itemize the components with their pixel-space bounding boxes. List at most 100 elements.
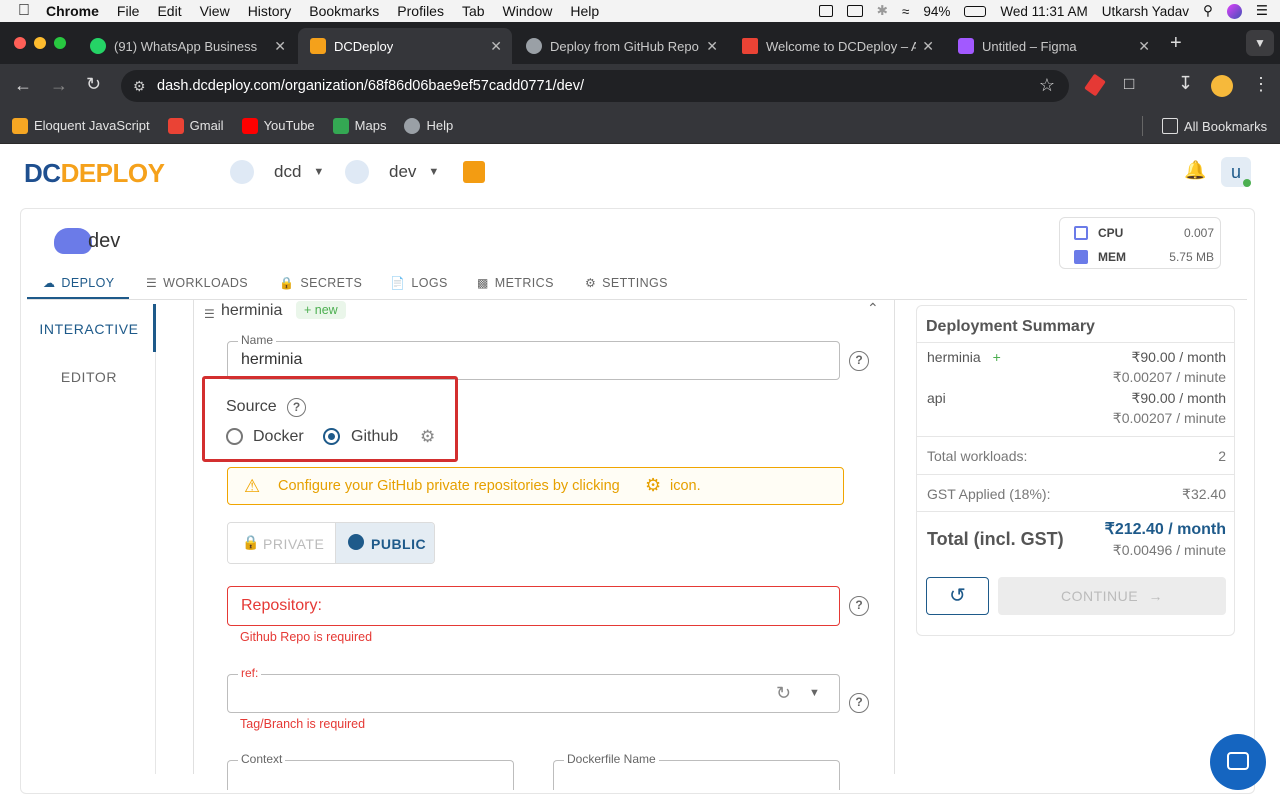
back-arrow-icon[interactable]: ←: [14, 75, 32, 96]
total-minute: ₹0.00496 / minute: [1112, 542, 1226, 558]
public-toggle-button[interactable]: PUBLIC: [335, 523, 434, 563]
bookmark-youtube[interactable]: YouTube: [241, 117, 315, 134]
minimize-window-button[interactable]: [34, 37, 46, 49]
github-option-label[interactable]: Github: [351, 428, 398, 446]
address-bar[interactable]: ⚙ dash.dcdeploy.com/organization/68f86d0…: [121, 70, 1069, 102]
close-tab-icon[interactable]: ✕: [922, 38, 934, 55]
menu-view[interactable]: View: [200, 3, 230, 19]
tab-gmail[interactable]: Welcome to DCDeploy – A ✕: [730, 28, 944, 64]
gift-icon[interactable]: [463, 161, 485, 183]
ref-help-icon[interactable]: ?: [849, 693, 869, 713]
notification-bell-icon[interactable]: 🔔: [1184, 160, 1206, 181]
history-button[interactable]: ↺: [926, 577, 989, 615]
close-tab-icon[interactable]: ✕: [1138, 38, 1150, 55]
bookmark-label: Help: [426, 118, 454, 133]
help-icon[interactable]: ?: [849, 596, 869, 616]
close-tab-icon[interactable]: ✕: [490, 38, 502, 55]
document-icon: 📄: [390, 276, 406, 290]
menu-file[interactable]: File: [117, 3, 140, 19]
github-settings-gear-icon[interactable]: ⚙: [420, 427, 435, 447]
bookmark-gmail[interactable]: Gmail: [167, 117, 224, 134]
chevron-down-icon[interactable]: ▼: [809, 687, 820, 699]
tab-search-button[interactable]: ▼: [1246, 30, 1274, 56]
total-label: Total (incl. GST): [927, 529, 1064, 549]
refresh-icon[interactable]: ↻: [776, 683, 791, 704]
chevron-down-icon: ▼: [428, 166, 440, 178]
ref-select[interactable]: ref: ↻ ▼: [227, 666, 840, 713]
mode-interactive[interactable]: INTERACTIVE: [22, 321, 156, 337]
arrow-right-icon: →: [1148, 588, 1163, 604]
tab-deploy[interactable]: ☁ DEPLOY: [43, 276, 115, 290]
summary-title: Deployment Summary: [926, 318, 1095, 335]
close-window-button[interactable]: [14, 37, 26, 49]
display-icon[interactable]: [846, 5, 863, 17]
new-tab-button[interactable]: +: [1170, 32, 1182, 55]
chrome-menu-icon[interactable]: ⋮: [1252, 74, 1270, 95]
wifi-icon[interactable]: ≈: [902, 4, 909, 19]
extension-pen-icon[interactable]: [1084, 73, 1106, 97]
env-nav-tabs: ☁ DEPLOY ☰ WORKLOADS 🔒 SECRETS 📄 LOGS ▩ METRI…: [27, 272, 1247, 300]
source-help-icon[interactable]: ?: [287, 398, 306, 417]
dcdeploy-logo[interactable]: DCDEPLOY: [24, 158, 165, 189]
close-tab-icon[interactable]: ✕: [706, 38, 718, 55]
warning-text: Configure your GitHub private repositori…: [278, 478, 620, 494]
docker-option-label[interactable]: Docker: [253, 428, 304, 446]
tab-workloads[interactable]: ☰ WORKLOADS: [146, 276, 248, 290]
tab-dcdeploy[interactable]: DCDeploy ✕: [298, 28, 512, 64]
menu-chrome[interactable]: Chrome: [46, 3, 99, 19]
help-icon[interactable]: ?: [849, 351, 869, 371]
bookmark-star-icon[interactable]: ☆: [1039, 75, 1055, 96]
menu-edit[interactable]: Edit: [157, 3, 181, 19]
tab-logs[interactable]: 📄 LOGS: [390, 276, 448, 290]
clock[interactable]: Wed 11:31 AM: [1000, 4, 1087, 19]
siri-icon[interactable]: [1226, 3, 1242, 19]
profile-avatar[interactable]: [1211, 75, 1233, 97]
collapse-chevron-icon[interactable]: ⌃: [867, 300, 879, 317]
tab-settings[interactable]: ⚙ SETTINGS: [585, 276, 668, 290]
menu-profiles[interactable]: Profiles: [397, 3, 444, 19]
tab-metrics[interactable]: ▩ METRICS: [477, 276, 554, 290]
tab-whatsapp[interactable]: (91) WhatsApp Business ✕: [78, 28, 296, 64]
maximize-window-button[interactable]: [54, 37, 66, 49]
site-info-icon[interactable]: ⚙: [133, 78, 146, 95]
env-selector[interactable]: dev ▼: [345, 160, 439, 184]
reload-icon[interactable]: ↻: [86, 74, 101, 95]
spotlight-icon[interactable]: ⚲: [1203, 3, 1213, 19]
extensions-puzzle-icon[interactable]: □: [1124, 74, 1134, 94]
mem-value: 5.75 MB: [1169, 250, 1214, 264]
battery-level[interactable]: 94%: [923, 4, 950, 19]
menu-history[interactable]: History: [248, 3, 292, 19]
tab-figma[interactable]: Untitled – Figma ✕: [946, 28, 1160, 64]
control-center-icon[interactable]: ☰: [1256, 3, 1268, 19]
apple-icon[interactable]: : [18, 2, 30, 20]
mode-editor[interactable]: EDITOR: [22, 369, 156, 385]
menu-tab[interactable]: Tab: [462, 3, 485, 19]
repository-input[interactable]: Repository:: [227, 586, 840, 626]
forward-arrow-icon[interactable]: →: [50, 75, 68, 96]
name-field[interactable]: Name herminia: [227, 333, 840, 380]
env-title: dev: [88, 230, 121, 252]
download-icon[interactable]: ↧: [1178, 73, 1193, 94]
tab-deploy-github[interactable]: Deploy from GitHub Repo ✕: [514, 28, 728, 64]
close-tab-icon[interactable]: ✕: [274, 38, 286, 55]
continue-button[interactable]: CONTINUE →: [998, 577, 1226, 615]
screen-icon[interactable]: [818, 5, 833, 17]
user-name[interactable]: Utkarsh Yadav: [1102, 4, 1189, 19]
menu-bookmarks[interactable]: Bookmarks: [309, 3, 379, 19]
bluetooth-icon[interactable]: ✱: [877, 3, 888, 19]
dockerfile-name-input[interactable]: Dockerfile Name: [553, 752, 840, 790]
private-toggle-button[interactable]: 🔒 PRIVATE: [228, 523, 335, 563]
bookmark-eloquent-js[interactable]: Eloquent JavaScript: [12, 117, 150, 134]
battery-icon[interactable]: [964, 5, 987, 17]
bookmark-maps[interactable]: Maps: [332, 117, 386, 134]
all-bookmarks[interactable]: All Bookmarks: [1162, 118, 1267, 134]
chat-support-button[interactable]: [1210, 734, 1266, 790]
tab-secrets[interactable]: 🔒 SECRETS: [279, 276, 362, 290]
org-selector[interactable]: dcd ▼: [230, 160, 324, 184]
menu-help[interactable]: Help: [570, 3, 599, 19]
bookmark-help[interactable]: Help: [404, 117, 454, 134]
cpu-chip-icon: [1074, 226, 1088, 240]
context-input[interactable]: Context: [227, 752, 514, 790]
menu-window[interactable]: Window: [503, 3, 553, 19]
docker-radio[interactable]: [226, 428, 243, 445]
